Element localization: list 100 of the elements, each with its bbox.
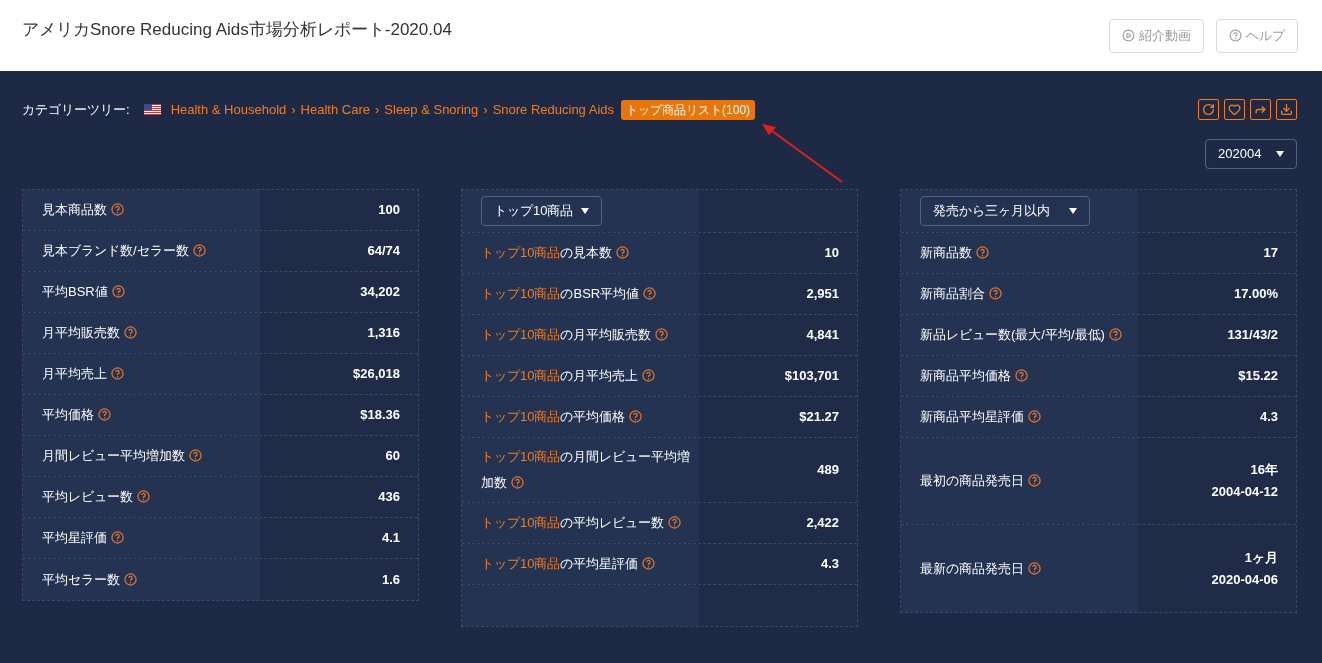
metric-label: トップ10商品の平均レビュー数	[481, 510, 682, 536]
help-icon[interactable]	[616, 246, 630, 259]
help-icon[interactable]	[98, 408, 111, 421]
metric-value: 2004-04-12	[1211, 483, 1278, 501]
metric-value: 489	[817, 461, 839, 479]
metric-label: 新商品平均価格	[920, 363, 1028, 389]
metric-value: $15.22	[1238, 367, 1278, 385]
metric-label: 平均レビュー数	[42, 484, 150, 510]
metric-value: 2020-04-06	[1211, 570, 1278, 589]
share-button[interactable]	[1250, 99, 1271, 120]
help-icon[interactable]	[655, 328, 669, 341]
metric-label: 新商品平均星評価	[920, 404, 1041, 430]
metric-value: $21.27	[799, 408, 839, 426]
refresh-icon	[1202, 103, 1215, 116]
help-icon[interactable]	[629, 410, 643, 423]
breadcrumb-link[interactable]: Snore Reducing Aids	[492, 99, 615, 120]
help-icon[interactable]	[1108, 328, 1122, 341]
metric-value: 4.3	[1259, 408, 1278, 426]
metric-value: 64/74	[367, 242, 400, 260]
help-icon[interactable]	[1015, 369, 1028, 382]
metric-value: 131/43/2	[1227, 326, 1278, 344]
metric-label: 新品レビュー数(最大/平均/最低)	[920, 322, 1122, 348]
metric-value: 100	[378, 201, 400, 219]
metric-label: 新商品数	[920, 240, 989, 266]
help-icon[interactable]	[189, 449, 202, 462]
metric-label: 月間レビュー平均増加数	[42, 443, 202, 469]
dropdown-select[interactable]: トップ10商品	[481, 196, 602, 226]
metric-label: トップ10商品の平均価格	[481, 404, 643, 430]
metric-value: 4.3	[820, 555, 839, 573]
breadcrumb-separator: ›	[291, 100, 296, 119]
metric-label: トップ10商品の平均星評価	[481, 551, 656, 577]
heart-icon	[1228, 103, 1241, 116]
help-icon[interactable]	[192, 244, 206, 257]
help-icon[interactable]	[124, 572, 137, 586]
breadcrumb-separator: ›	[483, 100, 488, 119]
metric-label: 見本商品数	[42, 197, 124, 223]
metric-label: 平均BSR値	[42, 279, 125, 305]
help-icon[interactable]	[642, 369, 656, 382]
metric-label: 最初の商品発売日	[920, 468, 1041, 494]
breadcrumb-link[interactable]: Health & Household	[170, 99, 287, 120]
caret-icon	[1069, 208, 1077, 214]
metric-value: $103,701	[784, 367, 839, 385]
page-title: アメリカSnore Reducing Aids市場分析レポート-2020.04	[22, 18, 452, 41]
dropdown-select[interactable]: 発売から三ヶ月以内	[920, 196, 1090, 226]
help-icon[interactable]	[643, 287, 657, 300]
help-icon	[1229, 29, 1242, 42]
metric-value: 2,422	[806, 514, 839, 532]
metric-label: 平均価格	[42, 402, 111, 428]
breadcrumb-link[interactable]: Health Care	[300, 99, 370, 120]
caret-icon	[1276, 151, 1284, 157]
refresh-button[interactable]	[1198, 99, 1219, 120]
video-button[interactable]: 紹介動画	[1109, 18, 1204, 53]
metric-value: 17.00%	[1233, 285, 1278, 303]
period-select[interactable]: 202004	[1205, 139, 1297, 169]
breadcrumb-link[interactable]: Sleep & Snoring	[384, 99, 479, 120]
help-icon[interactable]	[642, 557, 656, 570]
help-icon[interactable]	[1028, 410, 1041, 423]
top-products-badge[interactable]: トップ商品リスト(100)	[621, 99, 756, 120]
share-icon	[1254, 103, 1267, 116]
help-icon[interactable]	[111, 203, 124, 216]
help-icon[interactable]	[1028, 474, 1041, 487]
metric-label: トップ10商品の月平均販売数	[481, 322, 669, 348]
play-icon	[1122, 29, 1135, 42]
metric-label: 見本ブランド数/セラー数	[42, 238, 206, 264]
metric-label: トップ10商品の月平均売上	[481, 363, 656, 389]
help-icon[interactable]	[111, 285, 125, 298]
help-icon[interactable]	[668, 516, 682, 529]
help-icon[interactable]	[111, 531, 124, 544]
breadcrumb-separator: ›	[375, 100, 380, 119]
help-icon[interactable]	[511, 476, 524, 489]
help-icon[interactable]	[989, 287, 1002, 300]
metric-label: 平均セラー数	[42, 566, 137, 593]
metric-label: 月平均売上	[42, 361, 124, 387]
metric-label: 新商品割合	[920, 281, 1002, 307]
flag-icon	[143, 104, 161, 115]
metric-value: 17	[1263, 244, 1278, 262]
favorite-button[interactable]	[1224, 99, 1245, 120]
help-icon[interactable]	[137, 490, 150, 503]
metric-value: 10	[824, 244, 839, 262]
metric-value: 34,202	[360, 283, 400, 301]
metric-label: トップ10商品のBSR平均値	[481, 281, 657, 307]
download-icon	[1280, 103, 1293, 116]
help-button[interactable]: ヘルプ	[1216, 18, 1298, 53]
metric-value: 1.6	[381, 570, 400, 589]
metric-value: 4.1	[381, 529, 400, 547]
metric-value: 4,841	[806, 326, 839, 344]
metric-label: 月平均販売数	[42, 320, 137, 346]
caret-icon	[581, 208, 589, 214]
help-icon[interactable]	[124, 326, 137, 339]
metric-value: $26,018	[353, 365, 400, 383]
help-icon[interactable]	[1028, 561, 1041, 575]
metric-value: 1,316	[367, 324, 400, 342]
help-icon[interactable]	[111, 367, 124, 380]
metric-value: $18.36	[360, 406, 400, 424]
metric-label: 最新の商品発売日	[920, 555, 1041, 582]
metric-label: トップ10商品の月間レビュー平均増加数	[481, 448, 691, 492]
help-icon[interactable]	[976, 246, 989, 259]
download-button[interactable]	[1276, 99, 1297, 120]
metric-value: 2,951	[806, 285, 839, 303]
category-tree-label: カテゴリーツリー:	[22, 100, 130, 119]
